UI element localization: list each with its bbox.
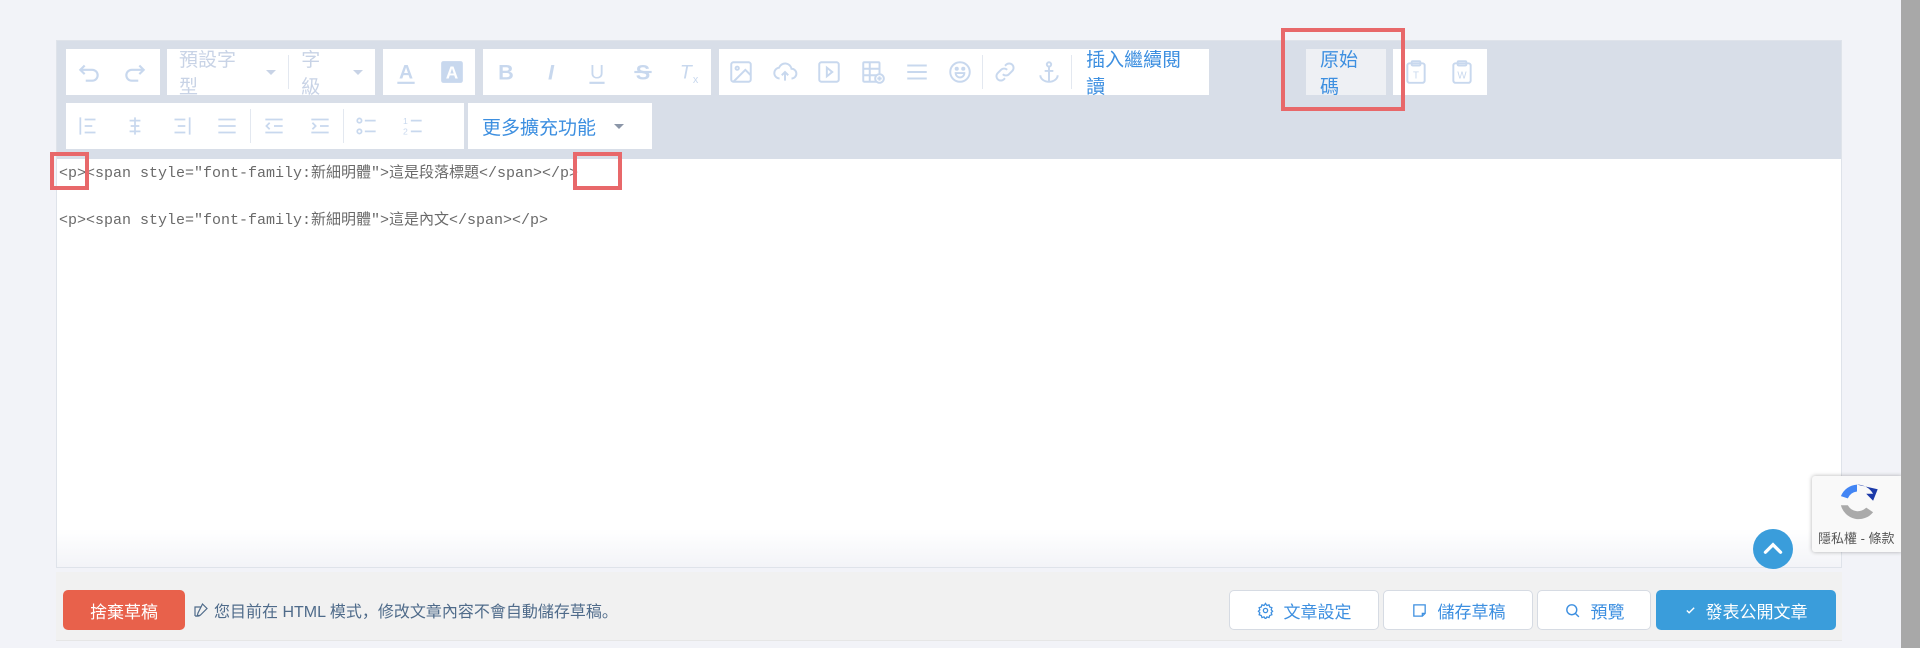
recaptcha-privacy-terms[interactable]: 隱私權 - 條款 bbox=[1818, 528, 1895, 547]
source-line-1[interactable]: <p><span style="font-family:新細明體">這是段落標題… bbox=[59, 161, 578, 182]
align-left-icon[interactable] bbox=[66, 103, 112, 149]
font-family-select[interactable]: 預設字型 bbox=[167, 49, 288, 98]
more-features-dropdown[interactable]: 更多擴充功能 bbox=[468, 103, 652, 149]
highlight-source-button bbox=[1281, 28, 1405, 111]
text-style-group: B I U S Tx bbox=[483, 49, 711, 95]
scroll-to-top-button[interactable] bbox=[1753, 529, 1793, 569]
svg-text:1: 1 bbox=[403, 116, 408, 126]
article-settings-button[interactable]: 文章設定 bbox=[1229, 590, 1379, 630]
more-features-label: 更多擴充功能 bbox=[482, 117, 597, 139]
chevron-down-icon bbox=[614, 123, 625, 129]
editor-footer: 捨棄草稿 您目前在 HTML 模式，修改文章內容不會自動儲存草稿。 文章設定 儲… bbox=[56, 572, 1842, 641]
svg-text:A: A bbox=[446, 63, 459, 83]
chevron-up-icon bbox=[1763, 542, 1783, 554]
paste-word-icon[interactable]: W bbox=[1439, 49, 1485, 95]
editor-bottom-fade bbox=[57, 529, 1841, 567]
clear-format-icon[interactable]: Tx bbox=[665, 49, 711, 95]
align-center-icon[interactable] bbox=[112, 103, 158, 149]
edit-icon bbox=[194, 602, 208, 617]
cloud-upload-icon[interactable] bbox=[763, 49, 807, 95]
bold-icon[interactable]: B bbox=[483, 49, 529, 95]
numbered-list-icon[interactable]: 12 bbox=[390, 103, 436, 149]
emoji-icon[interactable] bbox=[939, 49, 983, 95]
discard-draft-button[interactable]: 捨棄草稿 bbox=[63, 590, 185, 630]
background-color-icon[interactable]: A bbox=[429, 49, 475, 95]
strikethrough-icon[interactable]: S bbox=[620, 49, 666, 95]
html-mode-notice: 您目前在 HTML 模式，修改文章內容不會自動儲存草稿。 bbox=[192, 598, 618, 622]
preview-button[interactable]: 預覽 bbox=[1537, 590, 1651, 630]
redo-icon[interactable] bbox=[112, 49, 158, 95]
image-icon[interactable] bbox=[719, 49, 763, 95]
font-color-icon[interactable]: A bbox=[383, 49, 429, 95]
note-icon bbox=[1412, 603, 1426, 617]
svg-text:A: A bbox=[399, 62, 413, 84]
svg-text:x: x bbox=[693, 74, 699, 85]
recaptcha-badge[interactable]: 隱私權 - 條款 bbox=[1812, 476, 1902, 552]
svg-text:T: T bbox=[680, 62, 694, 84]
highlight-close-tag bbox=[573, 152, 622, 190]
svg-text:2: 2 bbox=[403, 127, 408, 137]
video-icon[interactable] bbox=[807, 49, 851, 95]
post-editor: 預設字型 字級 A A B I U S Tx 插入繼續閱讀 原始碼 T W 1 … bbox=[56, 40, 1842, 568]
bullet-list-icon[interactable] bbox=[344, 103, 390, 149]
italic-icon[interactable]: I bbox=[529, 49, 575, 95]
publish-button[interactable]: 發表公開文章 bbox=[1656, 590, 1836, 630]
svg-text:B: B bbox=[498, 60, 514, 85]
indent-icon[interactable] bbox=[297, 103, 343, 149]
check-icon bbox=[1685, 606, 1695, 614]
insert-group: 插入繼續閱讀 bbox=[719, 49, 1209, 98]
source-line-2[interactable]: <p><span style="font-family:新細明體">這是內文</… bbox=[59, 208, 548, 229]
align-right-icon[interactable] bbox=[158, 103, 204, 149]
undo-icon[interactable] bbox=[66, 49, 112, 95]
font-group: 預設字型 字級 bbox=[167, 49, 375, 98]
svg-text:T: T bbox=[1413, 71, 1419, 82]
chevron-down-icon bbox=[353, 69, 363, 75]
outdent-icon[interactable] bbox=[251, 103, 297, 149]
notice-text: 您目前在 HTML 模式，修改文章內容不會自動儲存草稿。 bbox=[214, 604, 618, 621]
align-justify-icon[interactable] bbox=[204, 103, 250, 149]
editor-toolbar: 預設字型 字級 A A B I U S Tx 插入繼續閱讀 原始碼 T W 1 … bbox=[57, 41, 1841, 159]
search-icon bbox=[1565, 603, 1579, 617]
gear-icon bbox=[1257, 601, 1273, 619]
svg-text:U: U bbox=[590, 62, 604, 84]
link-icon[interactable] bbox=[983, 49, 1027, 95]
history-group bbox=[66, 49, 160, 95]
chevron-down-icon bbox=[266, 69, 277, 75]
anchor-icon[interactable] bbox=[1027, 49, 1071, 95]
svg-text:W: W bbox=[1457, 71, 1467, 82]
paragraph-group: 12 bbox=[66, 103, 464, 149]
color-group: A A bbox=[383, 49, 475, 95]
insert-read-more-button[interactable]: 插入繼續閱讀 bbox=[1072, 49, 1209, 98]
recaptcha-logo-icon bbox=[1840, 484, 1878, 520]
horizontal-rule-icon[interactable] bbox=[895, 49, 939, 95]
underline-icon[interactable]: U bbox=[574, 49, 620, 95]
paste-group: T W bbox=[1393, 49, 1487, 95]
save-draft-button[interactable]: 儲存草稿 bbox=[1383, 590, 1533, 630]
highlight-open-tag bbox=[50, 152, 89, 190]
svg-text:I: I bbox=[548, 60, 555, 85]
font-size-select[interactable]: 字級 bbox=[289, 49, 375, 98]
page-scrollbar[interactable] bbox=[1901, 0, 1920, 648]
table-icon[interactable] bbox=[851, 49, 895, 95]
